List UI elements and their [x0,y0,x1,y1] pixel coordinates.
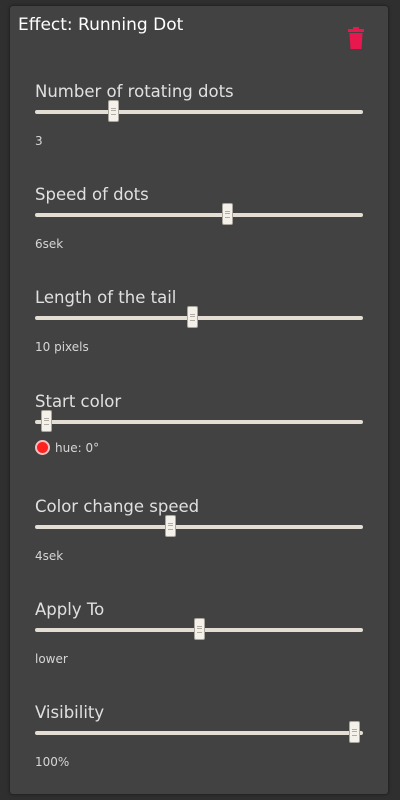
slider-track[interactable] [35,110,363,114]
effect-title: Effect: Running Dot [18,15,184,35]
setting-label: Length of the tail [35,288,177,307]
color-swatch-icon [35,440,50,455]
slider-track[interactable] [35,731,363,735]
setting-value: 3 [35,134,43,148]
setting-label: Start color [35,392,122,411]
slider-track[interactable] [35,420,363,424]
effect-panel: Effect: Running Dot Number of rotating d… [10,6,388,794]
slider-thumb[interactable] [107,100,119,122]
setting-value: 4sek [35,549,64,563]
setting-value: 100% [35,755,70,769]
slider-thumb[interactable] [193,618,205,640]
setting-value: 10 pixels [35,340,89,354]
hue-readout: hue: 0° [35,440,99,455]
slider-track[interactable] [35,525,363,529]
setting-value: lower [35,652,68,666]
setting-label: Apply To [35,600,105,619]
setting-value: hue: 0° [55,440,100,455]
trash-icon[interactable] [347,27,365,49]
slider-thumb[interactable] [222,203,234,225]
setting-label: Color change speed [35,497,200,516]
setting-value: 6sek [35,237,64,251]
setting-label: Visibility [35,703,105,722]
setting-label: Number of rotating dots [35,82,234,101]
slider-thumb[interactable] [348,721,360,743]
slider-thumb[interactable] [41,410,53,432]
setting-label: Speed of dots [35,185,149,204]
slider-track[interactable] [35,213,363,217]
slider-thumb[interactable] [187,306,199,328]
slider-thumb[interactable] [164,515,176,537]
slider-track[interactable] [35,316,363,320]
